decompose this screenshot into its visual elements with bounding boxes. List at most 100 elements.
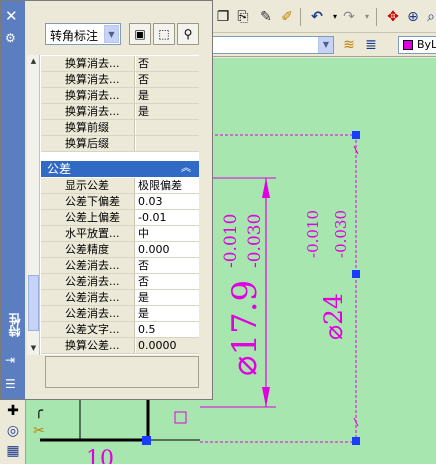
property-name: 换算公差...: [41, 338, 135, 353]
scroll-down-icon[interactable]: ▼: [27, 342, 40, 355]
dim2-main-text: ⌀24: [319, 293, 348, 340]
dim2-upper-text: -0.010: [304, 210, 322, 258]
chevron-down-icon[interactable]: ▼: [318, 37, 333, 53]
arrow-top: [262, 178, 270, 198]
property-value[interactable]: 极限偏差: [136, 178, 199, 193]
property-row[interactable]: 公差消去... 否: [41, 274, 199, 290]
object-type-label: 转角标注: [50, 29, 99, 43]
tick-mark: [353, 417, 359, 427]
separator: [300, 8, 301, 26]
property-row[interactable]: 换算公差... 0.0000: [41, 338, 199, 354]
palette-settings-icon[interactable]: ⚙: [5, 31, 16, 45]
zoom-window-icon[interactable]: ⌕: [422, 8, 436, 26]
select-objects-button[interactable]: ⬚: [153, 23, 175, 45]
zoom-realtime-icon[interactable]: ⊕: [404, 8, 422, 26]
pan-icon[interactable]: ✥: [384, 8, 402, 26]
property-grid-scrollbar[interactable]: ▲ ▼: [27, 55, 40, 355]
property-row[interactable]: 换算消去... 否: [41, 56, 199, 72]
property-value[interactable]: [136, 120, 199, 135]
drawing-canvas[interactable]: ⌀17.9 -0.010 -0.030 ⌀24 -0.010 -0.030: [200, 58, 436, 464]
property-row[interactable]: 公差消去... 是: [41, 306, 199, 322]
copy-icon[interactable]: ❐: [214, 8, 232, 26]
property-value[interactable]: 否: [136, 72, 199, 87]
collapse-icon[interactable]: ︽: [181, 161, 191, 177]
arc-tool-icon[interactable]: ╭: [30, 402, 48, 420]
property-row[interactable]: 显示公差 极限偏差: [41, 178, 199, 194]
scroll-up-icon[interactable]: ▲: [27, 55, 40, 68]
quick-select-button[interactable]: ⚲: [177, 23, 199, 45]
property-value[interactable]: 0.5: [136, 322, 199, 337]
property-value[interactable]: 否: [136, 274, 199, 289]
property-row[interactable]: 水平放置... 中: [41, 226, 199, 242]
chevron-down-icon[interactable]: ▼: [104, 25, 119, 43]
property-name: 换算消去...: [41, 56, 135, 71]
property-value[interactable]: 是: [136, 88, 199, 103]
separator: [376, 8, 377, 26]
undo-icon[interactable]: ↶: [308, 8, 326, 26]
auto-hide-icon[interactable]: ⇥: [5, 353, 15, 367]
hatch-icon[interactable]: ✂: [30, 422, 48, 440]
property-row[interactable]: 公差文字... 0.5: [41, 322, 199, 338]
rotate-icon[interactable]: ◎: [4, 422, 22, 440]
arrow-bottom: [262, 387, 270, 407]
properties-menu-icon[interactable]: ☰: [5, 377, 16, 391]
property-value[interactable]: -0.01: [136, 210, 199, 225]
property-value[interactable]: 0.03: [136, 194, 199, 209]
property-value[interactable]: 是: [136, 306, 199, 321]
property-row[interactable]: 换算消去... 是: [41, 104, 199, 120]
description-panel: [45, 356, 199, 388]
object-type-dropdown[interactable]: 转角标注 ▼: [45, 23, 121, 45]
layer-previous-icon[interactable]: ≣: [362, 36, 380, 54]
property-value[interactable]: 是: [136, 290, 199, 305]
paste-icon[interactable]: ⎘: [234, 8, 252, 26]
property-name: 公差下偏差: [41, 194, 135, 209]
property-name: 公差消去...: [41, 274, 135, 289]
toggle-pickadd-button[interactable]: ▣: [129, 23, 151, 45]
property-value[interactable]: 0.0000: [136, 338, 199, 353]
redo-dropdown-icon[interactable]: ▾: [358, 8, 376, 26]
property-row[interactable]: 公差精度 0.000: [41, 242, 199, 258]
property-row[interactable]: 公差消去... 是: [41, 290, 199, 306]
property-value[interactable]: 0.000: [136, 242, 199, 257]
property-value[interactable]: 否: [136, 56, 199, 71]
property-name: 换算后缀: [41, 136, 135, 151]
close-icon[interactable]: ✕: [5, 7, 18, 25]
grip-marker[interactable]: [142, 436, 151, 445]
property-value[interactable]: [136, 136, 199, 151]
color-combo[interactable]: ByL: [398, 36, 436, 54]
property-value[interactable]: 否: [136, 258, 199, 273]
match-properties-icon[interactable]: ✎: [257, 8, 275, 26]
section-header-tolerance[interactable]: 公差 ︽: [41, 161, 199, 177]
brush-icon[interactable]: ✐: [278, 8, 296, 26]
property-name: 水平放置...: [41, 226, 135, 241]
dim2-lower-text: -0.030: [332, 210, 350, 258]
property-row[interactable]: 换算消去... 是: [41, 88, 199, 104]
property-name: 换算消去...: [41, 104, 135, 119]
property-value[interactable]: 是: [136, 104, 199, 119]
property-row[interactable]: 公差上偏差 -0.01: [41, 210, 199, 226]
grip-marker[interactable]: [352, 270, 360, 278]
property-row[interactable]: 换算消去... 否: [41, 72, 199, 88]
property-row[interactable]: 公差下偏差 0.03: [41, 194, 199, 210]
layer-states-icon[interactable]: ≋: [340, 36, 358, 54]
layer-combo[interactable]: ▼: [196, 36, 334, 54]
table-icon[interactable]: ▦: [4, 442, 22, 460]
palette-title: 特性: [8, 313, 22, 337]
move-icon[interactable]: ✚: [4, 402, 22, 420]
property-name: 公差消去...: [41, 306, 135, 321]
grip-marker[interactable]: [352, 437, 360, 445]
property-row[interactable]: 公差消去... 否: [41, 258, 199, 274]
property-name: 公差文字...: [41, 322, 135, 337]
scroll-thumb[interactable]: [28, 275, 39, 331]
drawing-svg: ⌀17.9 -0.010 -0.030 ⌀24 -0.010 -0.030: [200, 131, 360, 445]
property-value[interactable]: 中: [136, 226, 199, 241]
draw-toolbar: ✚ ◎ ▦ ╭ ✂: [0, 400, 45, 464]
palette-title-bar[interactable]: ✕ ⚙ 特性 ⇥ ☰: [1, 1, 25, 399]
grip-marker[interactable]: [352, 131, 360, 139]
property-row[interactable]: 换算后缀: [41, 136, 199, 152]
redo-icon[interactable]: ↷: [340, 8, 358, 26]
property-name: 换算前缀: [41, 120, 135, 135]
dim1-upper-text: -0.010: [221, 214, 241, 268]
property-row[interactable]: 换算前缀: [41, 120, 199, 136]
property-name: 公差精度: [41, 242, 135, 257]
